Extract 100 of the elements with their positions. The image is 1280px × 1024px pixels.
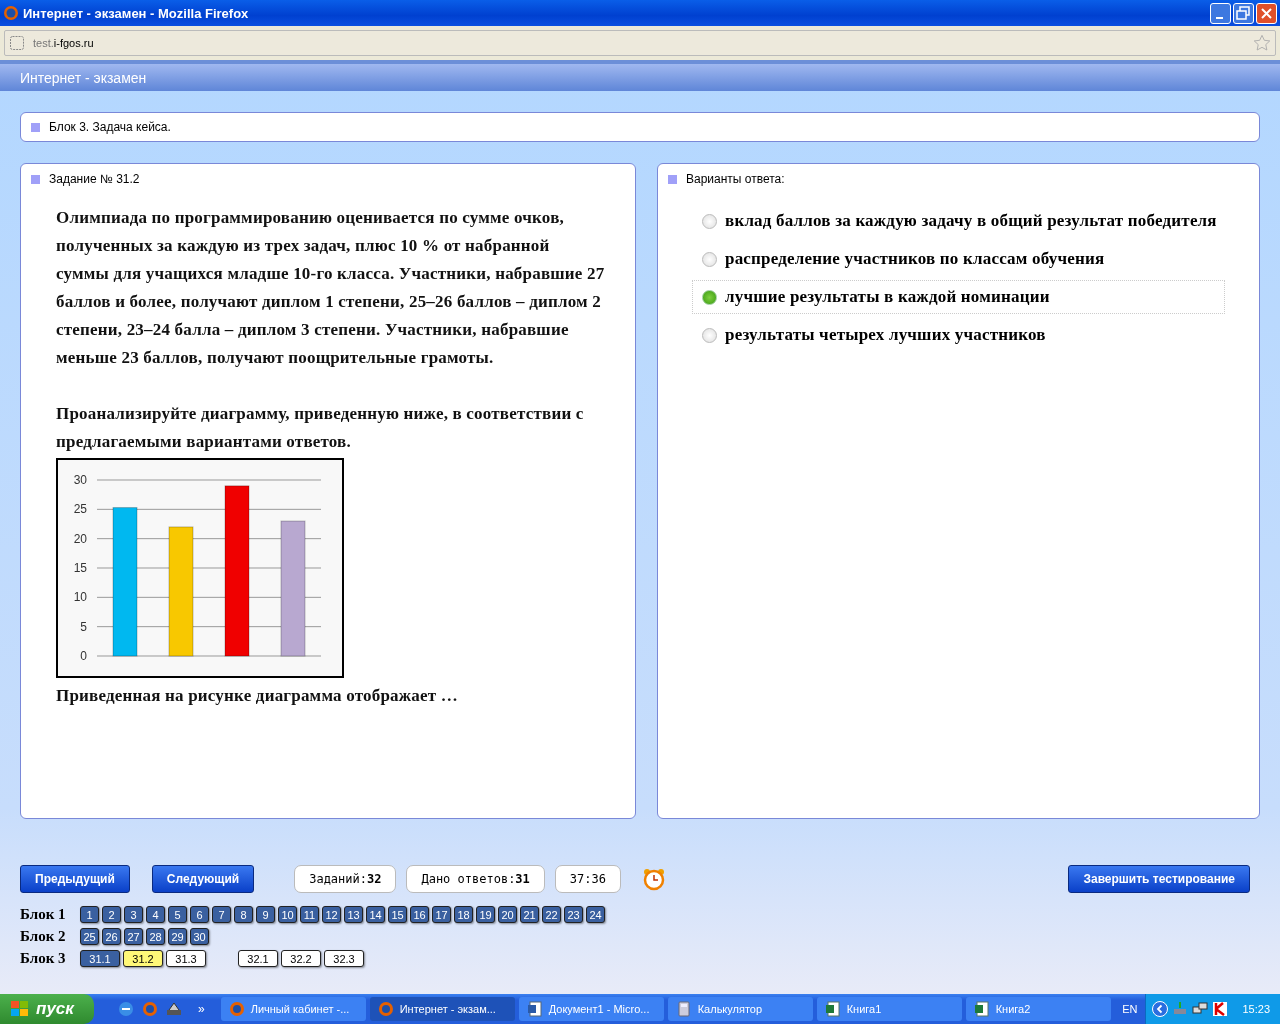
next-button[interactable]: Следующий (151, 865, 255, 893)
calculator-icon (675, 1001, 692, 1017)
taskbar-button[interactable]: Интернет - экзам... (369, 997, 515, 1021)
bookmark-star-icon[interactable] (1253, 34, 1271, 52)
question-number-button[interactable]: 29 (168, 928, 187, 945)
spreadsheet-icon (824, 1001, 841, 1017)
question-number-button[interactable]: 8 (234, 906, 253, 923)
page-icon (9, 35, 25, 51)
question-number-button[interactable]: 4 (146, 906, 165, 923)
document-icon (526, 1001, 543, 1017)
axis-tick-label: 5 (80, 619, 87, 634)
previous-button[interactable]: Предыдущий (20, 865, 130, 893)
taskbar-button[interactable]: Документ1 - Micro... (518, 997, 664, 1021)
radio-button[interactable] (702, 251, 717, 267)
question-number-button[interactable]: 31.1 (80, 950, 120, 967)
question-number-button[interactable]: 25 (80, 928, 99, 945)
question-number-button[interactable]: 31.2 (123, 950, 163, 967)
axis-tick-label: 20 (73, 531, 87, 546)
windows-flag-icon (10, 1000, 30, 1018)
answer-option[interactable]: лучшие результаты в каждой номинации (692, 280, 1225, 314)
answers-counter: Дано ответов:31 (406, 865, 545, 893)
question-number-button[interactable]: 18 (454, 906, 473, 923)
question-number-button[interactable]: 20 (498, 906, 517, 923)
start-button[interactable]: пуск (0, 994, 94, 1024)
taskbar-button[interactable]: Книга1 (816, 997, 962, 1021)
question-number-button[interactable]: 16 (410, 906, 429, 923)
chevron-left-icon[interactable] (1152, 1001, 1169, 1017)
close-button[interactable] (1256, 2, 1277, 24)
question-number-button[interactable]: 6 (190, 906, 209, 923)
axis-tick-label: 25 (73, 502, 87, 517)
square-bullet-icon (31, 122, 40, 132)
taskbar-button[interactable]: Личный кабинет -... (220, 997, 366, 1021)
question-number-button[interactable]: 30 (190, 928, 209, 945)
square-bullet-icon (31, 174, 40, 184)
axis-tick-label: 30 (73, 473, 87, 487)
question-number-button[interactable]: 11 (300, 906, 319, 923)
scanner-icon[interactable] (166, 1001, 182, 1017)
question-text: Приведенная на рисунке диаграмма отображает … (56, 685, 459, 707)
question-number-button[interactable]: 17 (432, 906, 451, 923)
block-title: Блок 3. Задача кейса. (49, 120, 171, 134)
question-number-button[interactable]: 32.1 (238, 950, 278, 967)
answer-option[interactable]: результаты четырех лучших участников (692, 318, 1225, 352)
question-number-button[interactable]: 26 (102, 928, 121, 945)
question-number-button[interactable]: 21 (520, 906, 539, 923)
task-paragraph: Проанализируйте диаграмму, приведенную ниже, в соответствии с предлагаемыми вариантами ответов. (56, 403, 585, 453)
block-label: Блок 1 (20, 906, 67, 923)
answers-heading: Варианты ответа: (686, 172, 785, 186)
question-number-button[interactable]: 28 (146, 928, 165, 945)
window-title: Интернет - экзамен - Mozilla Firefox (23, 5, 249, 21)
finish-test-button[interactable]: Завершить тестирование (1068, 865, 1250, 893)
answer-option[interactable]: распределение участников по классам обучения (692, 242, 1225, 276)
axis-tick-label: 0 (80, 649, 87, 663)
question-number-button[interactable]: 31.3 (166, 950, 206, 967)
more-button[interactable]: » (198, 1002, 205, 1016)
radio-button[interactable] (702, 289, 717, 305)
axis-tick-label: 15 (73, 561, 87, 575)
question-number-button[interactable]: 1 (80, 906, 99, 923)
block-label: Блок 2 (20, 928, 67, 945)
question-number-button[interactable]: 13 (344, 906, 363, 923)
antivirus-icon[interactable] (1212, 1001, 1229, 1017)
browser-icon[interactable] (118, 1001, 134, 1017)
minimize-button[interactable] (1210, 2, 1231, 24)
spreadsheet-icon (973, 1001, 990, 1017)
question-number-button[interactable]: 3 (124, 906, 143, 923)
question-number-button[interactable]: 2 (102, 906, 121, 923)
task-heading: Задание № 31.2 (49, 172, 140, 186)
question-number-button[interactable]: 19 (476, 906, 495, 923)
minimize-icon (1216, 16, 1223, 19)
question-number-button[interactable]: 32.2 (281, 950, 321, 967)
question-number-button[interactable]: 5 (168, 906, 187, 923)
question-number-button[interactable]: 24 (586, 906, 605, 923)
question-number-button[interactable]: 22 (542, 906, 561, 923)
question-number-button[interactable]: 14 (366, 906, 385, 923)
timer: 37:36 (554, 865, 621, 893)
taskbar-button[interactable]: Калькулятор (667, 997, 813, 1021)
radio-button[interactable] (702, 327, 717, 343)
radio-button[interactable] (702, 213, 717, 229)
taskbar-button[interactable]: Книга2 (965, 997, 1111, 1021)
firefox-icon (3, 5, 19, 21)
square-bullet-icon (668, 174, 677, 184)
alarm-clock-icon (642, 867, 665, 891)
address-field[interactable]: test.i-fgos.ru (4, 30, 1276, 56)
firefox-icon (228, 1001, 245, 1017)
question-number-button[interactable]: 10 (278, 906, 297, 923)
firefox-icon (377, 1001, 394, 1017)
question-number-button[interactable]: 23 (564, 906, 583, 923)
question-number-button[interactable]: 15 (388, 906, 407, 923)
site-title: Интернет - экзамен (20, 69, 147, 86)
block-label: Блок 3 (20, 950, 67, 967)
clock: 15:23 (1242, 1003, 1270, 1015)
restore-button[interactable] (1233, 2, 1254, 24)
computers-icon[interactable] (1192, 1001, 1209, 1017)
question-number-button[interactable]: 27 (124, 928, 143, 945)
axis-tick-label: 10 (73, 590, 87, 605)
question-number-button[interactable]: 7 (212, 906, 231, 923)
question-number-button[interactable]: 12 (322, 906, 341, 923)
question-number-button[interactable]: 9 (256, 906, 275, 923)
language-indicator[interactable]: EN (1118, 1003, 1142, 1015)
answer-option[interactable]: вклад баллов за каждую задачу в общий результат победителя (692, 204, 1225, 238)
question-number-button[interactable]: 32.3 (324, 950, 364, 967)
